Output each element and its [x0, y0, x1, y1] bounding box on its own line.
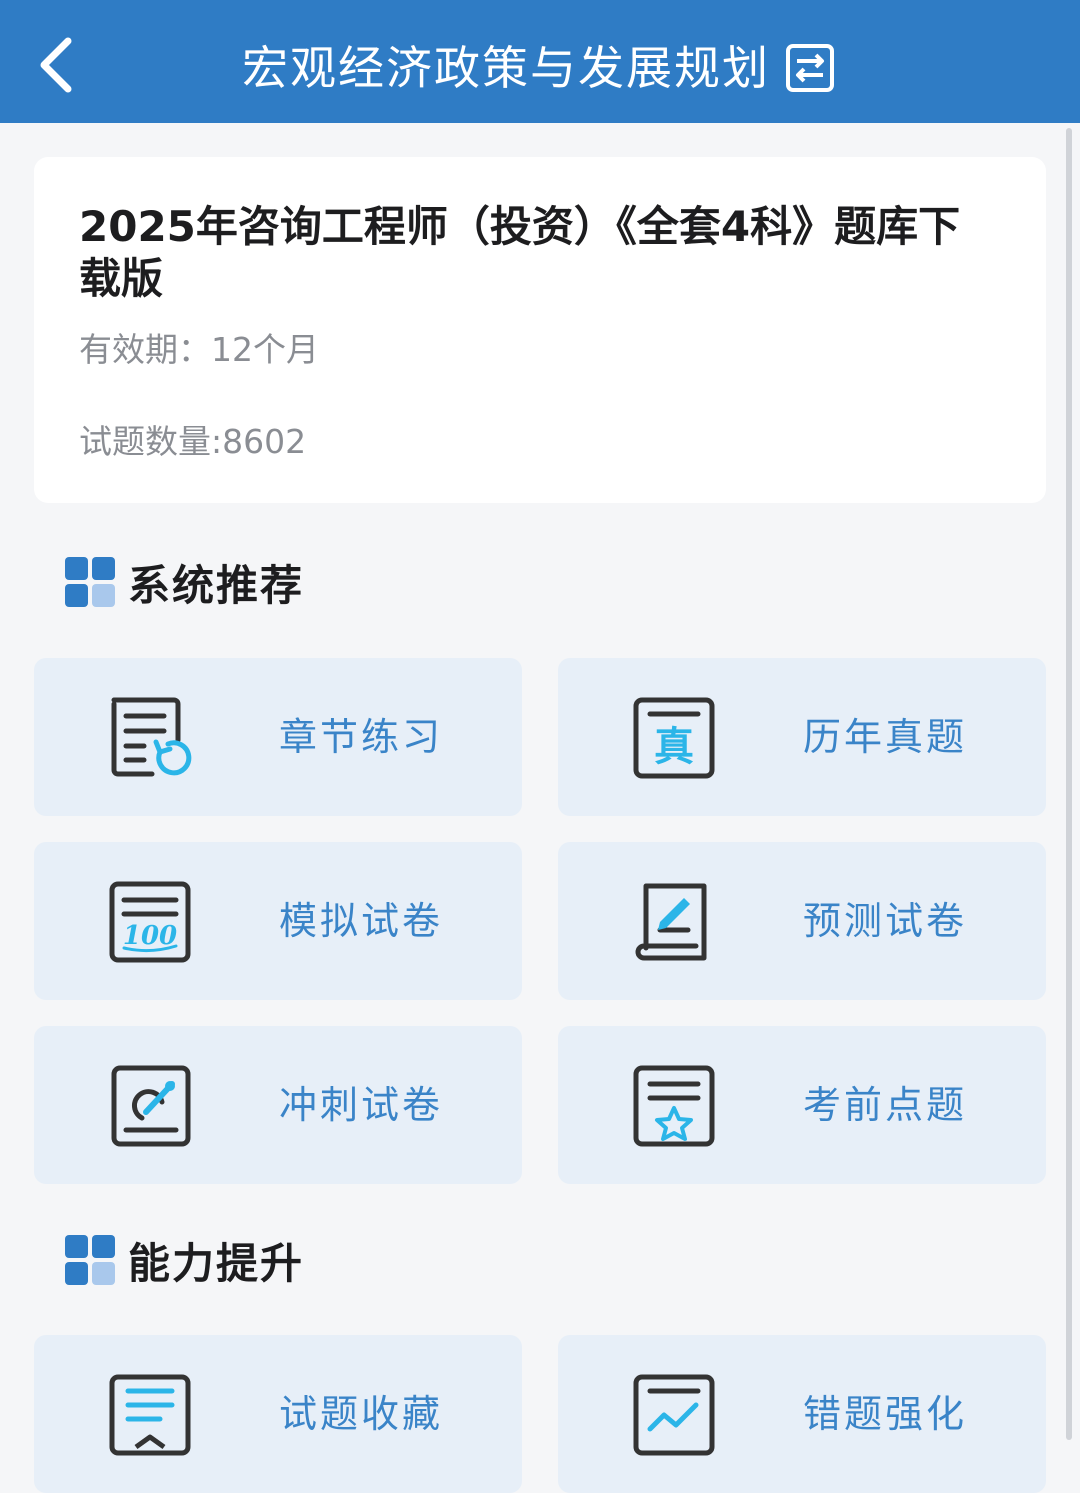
grid-icon: [65, 1235, 115, 1285]
tile-label: 预测试卷: [803, 899, 968, 943]
grid-icon: [65, 557, 115, 607]
validity-text: 有效期：12个月: [79, 330, 319, 369]
tile-label: 冲刺试卷: [279, 1083, 444, 1127]
key-points-button[interactable]: 考前点题: [558, 1026, 1046, 1184]
past-exam-icon: 真: [633, 697, 715, 779]
tile-label: 错题强化: [803, 1392, 968, 1436]
wrong-questions-button[interactable]: 错题强化: [558, 1335, 1046, 1493]
switch-subject-button[interactable]: [784, 42, 836, 94]
page-title: 宏观经济政策与发展规划: [242, 41, 770, 95]
chapter-practice-button[interactable]: 章节练习: [34, 658, 522, 816]
sprint-exam-button[interactable]: 冲刺试卷: [34, 1026, 522, 1184]
section-title: 能力提升: [128, 1238, 305, 1288]
wrong-questions-icon: [633, 1374, 715, 1456]
tile-label: 章节练习: [279, 715, 444, 759]
svg-text:真: 真: [654, 724, 694, 770]
product-info-card: 2025年咨询工程师（投资）《全套4科》题库下载版 有效期：12个月 试题数量:…: [34, 157, 1046, 503]
past-exam-button[interactable]: 真 历年真题: [558, 658, 1046, 816]
section-title: 系统推荐: [128, 560, 305, 610]
chevron-left-icon: [40, 37, 72, 93]
top-nav-bar: 宏观经济政策与发展规划: [0, 0, 1080, 123]
back-button[interactable]: [26, 30, 86, 100]
sprint-exam-icon: [111, 1065, 191, 1147]
mock-exam-button[interactable]: 100 模拟试卷: [34, 842, 522, 1000]
tile-label: 试题收藏: [279, 1392, 444, 1436]
favorites-icon: [109, 1374, 191, 1456]
tile-label: 模拟试卷: [279, 899, 444, 943]
key-points-icon: [633, 1065, 715, 1147]
prediction-exam-button[interactable]: 预测试卷: [558, 842, 1046, 1000]
mock-exam-icon: 100: [109, 881, 191, 963]
chapter-practice-icon: [111, 697, 192, 777]
question-count-text: 试题数量:8602: [79, 422, 307, 461]
scrollbar[interactable]: [1066, 128, 1072, 1440]
section-header-improve: 能力提升: [64, 1230, 304, 1290]
favorites-button[interactable]: 试题收藏: [34, 1335, 522, 1493]
switch-icon: [786, 44, 834, 92]
tile-label: 考前点题: [803, 1083, 968, 1127]
section-header-recommend: 系统推荐: [64, 552, 304, 612]
prediction-exam-icon: [635, 883, 707, 961]
product-title: 2025年咨询工程师（投资）《全套4科》题库下载版: [79, 202, 961, 303]
tile-label: 历年真题: [803, 715, 968, 759]
